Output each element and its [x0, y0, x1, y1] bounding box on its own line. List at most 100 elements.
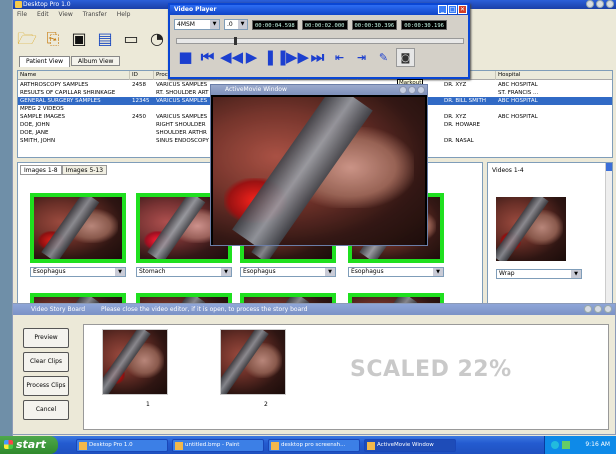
menu-file[interactable]: File	[17, 11, 27, 18]
minimize-button[interactable]	[586, 0, 594, 8]
chevron-down-icon[interactable]: ▼	[221, 268, 231, 276]
cancel-button[interactable]: Cancel	[23, 400, 69, 420]
tab-patient-view[interactable]: Patient View	[19, 56, 71, 67]
thumb-label-select[interactable]: Esophagus ▼	[30, 267, 126, 277]
video-thumb[interactable]	[496, 197, 566, 261]
app-icon	[79, 441, 87, 450]
time-current: 00:00:04.598	[252, 19, 298, 30]
maximize-button[interactable]	[594, 305, 602, 313]
tab-images-1-8[interactable]: Images 1-8	[20, 165, 62, 175]
clock: 9:16 AM	[585, 441, 610, 448]
image-thumb[interactable]: Esophagus ▼	[30, 193, 126, 277]
thumb-label: Esophagus	[243, 268, 276, 275]
skip-start-icon[interactable]: ⏮	[198, 48, 217, 67]
start-button[interactable]: start	[0, 436, 58, 454]
table-cell: SINUS ENDOSCOPY	[156, 138, 209, 144]
close-button[interactable]	[417, 86, 425, 94]
app-icon	[15, 1, 22, 8]
chevron-down-icon[interactable]: ▼	[238, 20, 247, 29]
thumb-label-select[interactable]: Stomach ▼	[136, 267, 232, 277]
video-player-title: Video Player	[174, 6, 217, 13]
thumb-label: Stomach	[139, 268, 166, 275]
clip-number: 2	[264, 401, 268, 408]
pause-icon[interactable]: ❚❚	[264, 48, 289, 67]
story-board-title-bar: Video Story Board Please close the video…	[13, 304, 615, 315]
videos-scrollbar[interactable]	[605, 163, 612, 311]
maximize-button[interactable]	[408, 86, 416, 94]
close-button[interactable]	[606, 0, 614, 8]
chevron-down-icon[interactable]: ▼	[571, 270, 581, 278]
column-name[interactable]: Name	[18, 71, 130, 80]
story-clip[interactable]	[220, 329, 286, 395]
rate-select[interactable]: .0 ▼	[224, 19, 248, 30]
import-icon[interactable]: ⎘	[43, 29, 63, 49]
taskbar-item[interactable]: ActiveMovie Window	[364, 438, 456, 452]
mark-out-icon[interactable]: ⇥	[352, 48, 371, 67]
table-cell: SMITH, JOHN	[20, 138, 56, 144]
menu-edit[interactable]: Edit	[37, 11, 49, 18]
seek-slider[interactable]	[176, 37, 464, 45]
taskbar-item[interactable]: desktop pro screensh...	[268, 438, 360, 452]
process-clips-button[interactable]: Process Clips	[23, 376, 69, 396]
fast-forward-icon[interactable]: ▶▶	[286, 48, 309, 67]
volume-icon[interactable]	[562, 441, 570, 449]
tab-album-view[interactable]: Album View	[71, 56, 121, 66]
chevron-down-icon[interactable]: ▼	[115, 268, 125, 276]
open-folder-icon[interactable]: 🗁	[17, 29, 37, 49]
minimize-button[interactable]: _	[438, 5, 447, 14]
maximize-button[interactable]: □	[448, 5, 457, 14]
stop-icon[interactable]: ■	[176, 48, 195, 67]
taskbar-item[interactable]: Desktop Pro 1.0	[76, 438, 168, 452]
add-clip-icon[interactable]: ✎	[374, 48, 393, 67]
save-icon[interactable]: ▣	[69, 29, 89, 49]
view-tabs: Patient View Album View	[19, 56, 121, 67]
snapshot-camera-icon[interactable]: ◙	[396, 48, 415, 67]
report-icon[interactable]: ▤	[95, 29, 115, 49]
close-button[interactable]	[604, 305, 612, 313]
preview-button[interactable]: Preview	[23, 328, 69, 348]
play-icon[interactable]: ▶	[242, 48, 261, 67]
image-tabs: Images 1-8 Images 5-13	[20, 165, 108, 175]
document-icon[interactable]: ▭	[121, 29, 141, 49]
taskbar-item-label: ActiveMovie Window	[377, 441, 434, 448]
table-cell: 12345	[132, 98, 150, 104]
capture-icon[interactable]: ◔	[147, 29, 167, 49]
network-icon[interactable]	[551, 441, 559, 449]
seek-handle[interactable]	[234, 37, 238, 45]
tab-images-5-13[interactable]: Images 5-13	[61, 165, 108, 175]
menu-transfer[interactable]: Transfer	[83, 11, 107, 18]
story-board-title: Video Story Board	[31, 306, 86, 313]
format-value: 4MSM	[177, 21, 195, 28]
menu-help[interactable]: Help	[117, 11, 131, 18]
chevron-down-icon[interactable]: ▼	[210, 20, 219, 29]
close-button[interactable]: ✕	[458, 5, 467, 14]
clear-clips-button[interactable]: Clear Clips	[23, 352, 69, 372]
menu-view[interactable]: View	[59, 11, 73, 18]
taskbar-item[interactable]: untitled.bmp - Paint	[172, 438, 264, 452]
scroll-up-button[interactable]	[606, 163, 612, 171]
table-cell: RT. SHOULDER ART	[156, 90, 209, 96]
chevron-down-icon[interactable]: ▼	[433, 268, 443, 276]
scale-watermark: SCALED 22%	[350, 357, 512, 382]
thumb-label-select[interactable]: Esophagus ▼	[240, 267, 336, 277]
column-hospital[interactable]: Hospital	[496, 71, 612, 80]
chevron-down-icon[interactable]: ▼	[325, 268, 335, 276]
active-movie-window: ActiveMovie Window	[210, 84, 428, 246]
table-cell: ABC HOSPITAL	[498, 98, 538, 104]
video-frame[interactable]	[213, 97, 425, 245]
video-label-select[interactable]: Wrap ▼	[496, 269, 582, 279]
maximize-button[interactable]	[596, 0, 604, 8]
minimize-button[interactable]	[584, 305, 592, 313]
mark-in-icon[interactable]: ⇤	[330, 48, 349, 67]
taskbar-item-label: Desktop Pro 1.0	[89, 441, 133, 448]
windows-logo-icon	[4, 440, 13, 449]
thumb-label-select[interactable]: Esophagus ▼	[348, 267, 444, 277]
minimize-button[interactable]	[399, 86, 407, 94]
format-select[interactable]: 4MSM ▼	[174, 19, 220, 30]
thumb-frame[interactable]	[30, 193, 126, 263]
skip-end-icon[interactable]: ⏭	[308, 48, 327, 67]
rewind-icon[interactable]: ◀◀	[220, 48, 243, 67]
table-cell: DOE, JOHN	[20, 122, 50, 128]
column-id[interactable]: ID	[130, 71, 154, 80]
story-clip[interactable]	[102, 329, 168, 395]
